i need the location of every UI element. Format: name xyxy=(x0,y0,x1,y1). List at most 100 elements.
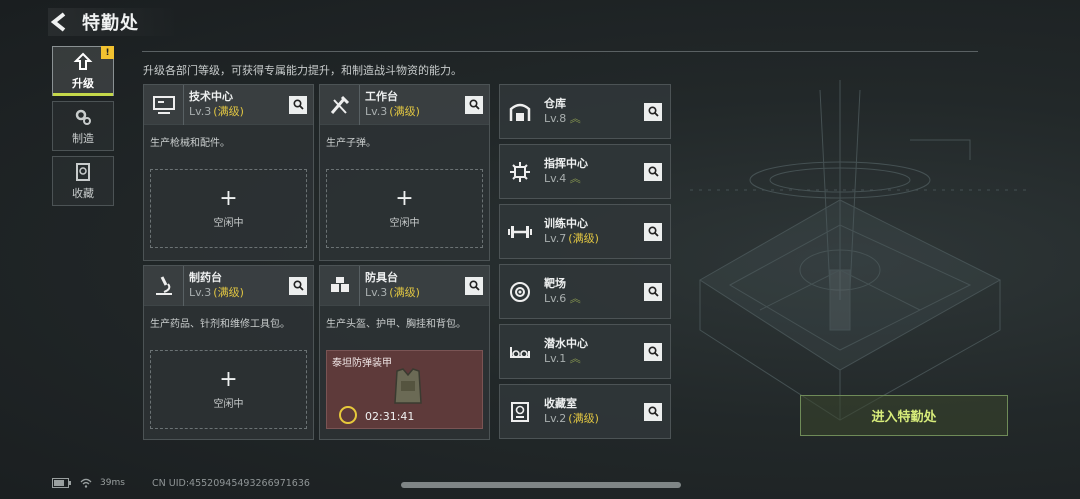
timer-icon xyxy=(339,406,357,424)
collection-icon xyxy=(76,162,90,181)
facility-card-command-center[interactable]: 指挥中心 Lv.4 ︽ xyxy=(499,144,671,199)
facility-card-collection-room[interactable]: 收藏室 Lv.2 (满级) xyxy=(499,384,671,439)
tab-label: 收藏 xyxy=(72,186,94,200)
slot-status: 空闲中 xyxy=(213,218,244,229)
notification-badge: ! xyxy=(101,46,114,59)
production-slot[interactable]: + 空闲中 xyxy=(326,169,483,248)
facility-name: 技术中心 xyxy=(189,90,233,103)
side-tabs: ! 升级 制造 收藏 xyxy=(52,46,115,211)
facility-card-training-center[interactable]: 训练中心 Lv.7 (满级) xyxy=(499,204,671,259)
back-arrow-icon[interactable] xyxy=(48,11,70,33)
facility-card-shooting-range[interactable]: 靶场 Lv.6 ︽ xyxy=(499,264,671,319)
search-icon[interactable] xyxy=(644,222,662,241)
facility-name: 指挥中心 xyxy=(544,157,588,170)
armor-bench-icon xyxy=(320,265,360,306)
facility-level: Lv.1 xyxy=(544,352,567,365)
search-icon[interactable] xyxy=(644,402,662,421)
page-title: 特勤处 xyxy=(82,13,139,34)
search-icon[interactable] xyxy=(644,282,662,301)
facility-card-tech-center[interactable]: 技术中心 Lv.3 (满级) 生产枪械和配件。 + 空闲中 xyxy=(143,84,314,261)
chip-icon xyxy=(500,145,540,198)
user-id: CN UID:455209454932669716­36 xyxy=(152,478,310,489)
divider xyxy=(142,51,978,52)
armor-vest-icon xyxy=(394,368,422,404)
facility-description: 生产子弹。 xyxy=(326,138,376,149)
facility-card-armor-bench[interactable]: 防具台 Lv.3 (满级) 生产头盔、护甲、胸挂和背包。 泰坦防弹装甲 02:31:… xyxy=(319,265,490,440)
production-slot[interactable]: + 空闲中 xyxy=(150,350,307,429)
card-header: 制药台 Lv.3 (满级) xyxy=(144,265,313,306)
search-icon[interactable] xyxy=(289,276,307,295)
plus-icon: + xyxy=(219,367,238,392)
warehouse-icon xyxy=(500,85,540,138)
gear-icon xyxy=(75,109,91,125)
facility-level: Lv.8 xyxy=(544,112,567,125)
facility-card-workbench[interactable]: 工作台 Lv.3 (满级) 生产子弹。 + 空闲中 xyxy=(319,84,490,261)
facility-name: 潜水中心 xyxy=(544,337,588,350)
collection-room-icon xyxy=(500,385,540,438)
chevron-up-icon: ︽ xyxy=(569,292,581,305)
search-icon[interactable] xyxy=(289,95,307,114)
plus-icon: + xyxy=(395,186,414,211)
card-header: 技术中心 Lv.3 (满级) xyxy=(144,84,313,125)
facility-level: Lv.7 xyxy=(544,232,567,245)
status-bar: 39ms xyxy=(52,478,125,488)
upgrade-icon xyxy=(73,52,93,70)
facility-level: Lv.2 xyxy=(544,412,567,425)
max-level-label: (满级) xyxy=(389,105,420,118)
crafting-slot[interactable]: 泰坦防弹装甲 02:31:41 xyxy=(326,350,483,429)
microscope-icon xyxy=(144,265,184,306)
wifi-icon xyxy=(80,478,92,488)
facility-name: 防具台 xyxy=(365,271,398,284)
facility-card-pharmacy[interactable]: 制药台 Lv.3 (满级) 生产药品、针剂和维修工具包。 + 空闲中 xyxy=(143,265,314,440)
home-indicator[interactable] xyxy=(401,482,681,488)
facility-level: Lv.3 xyxy=(365,286,388,299)
max-level-label: (满级) xyxy=(389,286,420,299)
max-level-label: (满级) xyxy=(213,105,244,118)
tech-center-icon xyxy=(144,84,184,125)
chevron-up-icon: ︽ xyxy=(569,112,581,125)
facility-level: Lv.6 xyxy=(544,292,567,305)
facility-name: 制药台 xyxy=(189,271,222,284)
search-icon[interactable] xyxy=(644,342,662,361)
craft-timer: 02:31:41 xyxy=(365,410,415,423)
tab-collection[interactable]: 收藏 xyxy=(52,156,114,206)
facility-name: 收藏室 xyxy=(544,397,577,410)
facility-card-diving-center[interactable]: 潜水中心 Lv.1 ︽ xyxy=(499,324,671,379)
facility-card-warehouse[interactable]: 仓库 Lv.8 ︽ xyxy=(499,84,671,139)
facility-description: 生产枪械和配件。 xyxy=(150,138,230,149)
facility-name: 仓库 xyxy=(544,97,566,110)
diving-mask-icon xyxy=(500,325,540,378)
craft-item-name: 泰坦防弹装甲 xyxy=(332,358,392,369)
search-icon[interactable] xyxy=(465,276,483,295)
facility-level: Lv.3 xyxy=(189,286,212,299)
tab-label: 升级 xyxy=(72,76,94,90)
tools-icon xyxy=(320,84,360,125)
max-level-label: (满级) xyxy=(213,286,244,299)
facility-name: 工作台 xyxy=(365,90,398,103)
page-header: 特勤处 xyxy=(48,8,179,36)
page-description: 升级各部门等级，可获得专属能力提升，和制造战斗物资的能力。 xyxy=(143,64,462,77)
facility-level: Lv.4 xyxy=(544,172,567,185)
battery-icon xyxy=(52,478,71,488)
dumbbell-icon xyxy=(500,205,540,258)
search-icon[interactable] xyxy=(465,95,483,114)
tab-upgrade[interactable]: ! 升级 xyxy=(52,46,114,96)
card-header: 工作台 Lv.3 (满级) xyxy=(320,84,489,125)
tab-craft[interactable]: 制造 xyxy=(52,101,114,151)
facility-level: Lv.3 xyxy=(365,105,388,118)
max-level-label: (满级) xyxy=(568,232,599,245)
chevron-up-icon: ︽ xyxy=(569,172,581,185)
facility-description: 生产头盔、护甲、胸挂和背包。 xyxy=(326,319,466,330)
production-slot[interactable]: + 空闲中 xyxy=(150,169,307,248)
facility-name: 靶场 xyxy=(544,277,566,290)
ping-value: 39ms xyxy=(100,478,125,488)
search-icon[interactable] xyxy=(644,162,662,181)
enter-facility-button[interactable]: 进入特勤处 xyxy=(800,395,1008,436)
facility-description: 生产药品、针剂和维修工具包。 xyxy=(150,319,290,330)
search-icon[interactable] xyxy=(644,102,662,121)
slot-status: 空闲中 xyxy=(213,399,244,410)
chevron-up-icon: ︽ xyxy=(569,352,581,365)
card-header: 防具台 Lv.3 (满级) xyxy=(320,265,489,306)
facility-name: 训练中心 xyxy=(544,217,588,230)
slot-status: 空闲中 xyxy=(389,218,420,229)
